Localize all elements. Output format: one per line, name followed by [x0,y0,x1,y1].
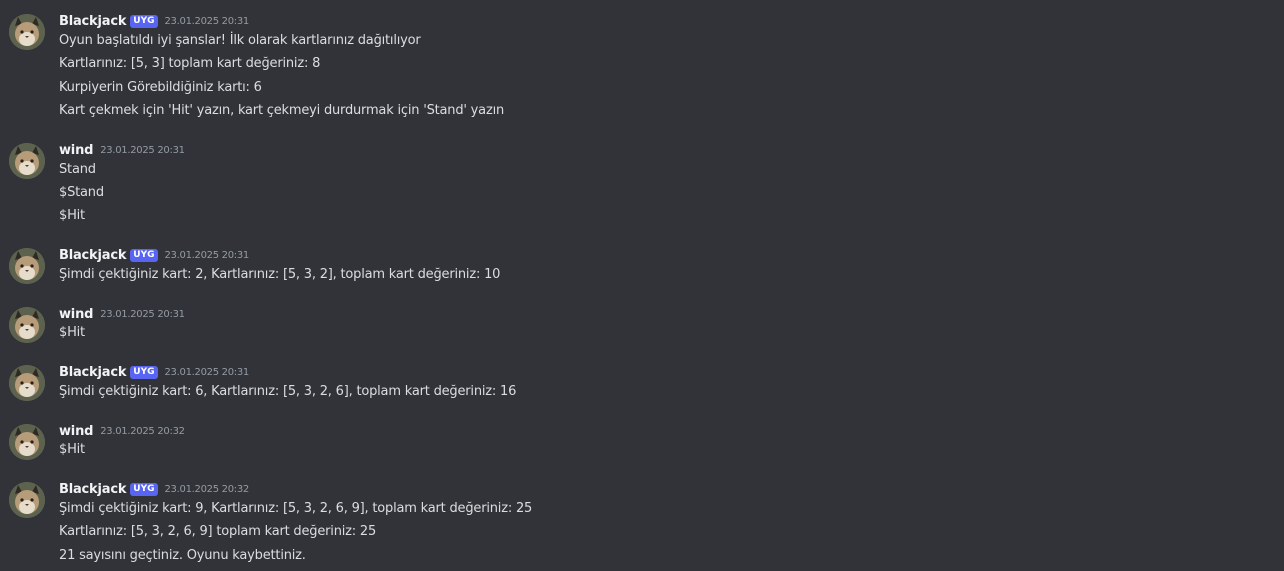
message-line: Kart çekmek için 'Hit' yazın, kart çekme… [59,103,505,118]
app-badge: UYG [130,482,158,496]
message-line: Kurpiyerin Görebildiğiniz kartı: 6 [59,80,262,95]
username[interactable]: wind [59,143,93,158]
username[interactable]: Blackjack [59,248,126,263]
message-line: Kartlarınız: [5, 3, 2, 6, 9] toplam kart… [59,524,377,539]
username[interactable]: wind [59,424,93,439]
timestamp[interactable]: 23.01.2025 20:31 [100,145,185,156]
message-header: wind 23.01.2025 20:32 [59,422,185,440]
message-header: Blackjack UYG 23.01.2025 20:31 [59,363,249,381]
lynx-avatar-icon[interactable] [9,143,45,179]
lynx-avatar-icon[interactable] [9,482,45,518]
timestamp[interactable]: 23.01.2025 20:32 [100,426,185,437]
message-header: Blackjack UYG 23.01.2025 20:32 [59,480,249,498]
message-line: Oyun başlatıldı iyi şanslar! İlk olarak … [59,33,421,48]
message-line: $Hit [59,325,85,340]
message-line: $Hit [59,442,85,457]
message-header: Blackjack UYG 23.01.2025 20:31 [59,246,249,264]
message-line: Şimdi çektiğiniz kart: 2, Kartlarınız: [… [59,267,501,282]
message-line: Stand [59,162,96,177]
username[interactable]: Blackjack [59,14,126,29]
timestamp[interactable]: 23.01.2025 20:32 [165,484,250,495]
timestamp[interactable]: 23.01.2025 20:31 [165,250,250,261]
username[interactable]: wind [59,307,93,322]
app-badge: UYG [130,248,158,262]
lynx-avatar-icon[interactable] [9,14,45,50]
message-line: Kartlarınız: [5, 3] toplam kart değerini… [59,56,321,71]
timestamp[interactable]: 23.01.2025 20:31 [165,16,250,27]
lynx-avatar-icon[interactable] [9,424,45,460]
message-line: Şimdi çektiğiniz kart: 9, Kartlarınız: [… [59,501,533,516]
app-badge: UYG [130,365,158,379]
lynx-avatar-icon[interactable] [9,248,45,284]
lynx-avatar-icon[interactable] [9,365,45,401]
message-line: 21 sayısını geçtiniz. Oyunu kaybettiniz. [59,548,306,563]
app-badge: UYG [130,14,158,28]
message-header: wind 23.01.2025 20:31 [59,305,185,323]
timestamp[interactable]: 23.01.2025 20:31 [165,367,250,378]
message-line: $Hit [59,208,85,223]
message-header: Blackjack UYG 23.01.2025 20:31 [59,12,249,30]
message-line: Şimdi çektiğiniz kart: 6, Kartlarınız: [… [59,384,517,399]
username[interactable]: Blackjack [59,482,126,497]
message-header: wind 23.01.2025 20:31 [59,141,185,159]
message-line: $Stand [59,185,104,200]
timestamp[interactable]: 23.01.2025 20:31 [100,309,185,320]
username[interactable]: Blackjack [59,365,126,380]
lynx-avatar-icon[interactable] [9,307,45,343]
